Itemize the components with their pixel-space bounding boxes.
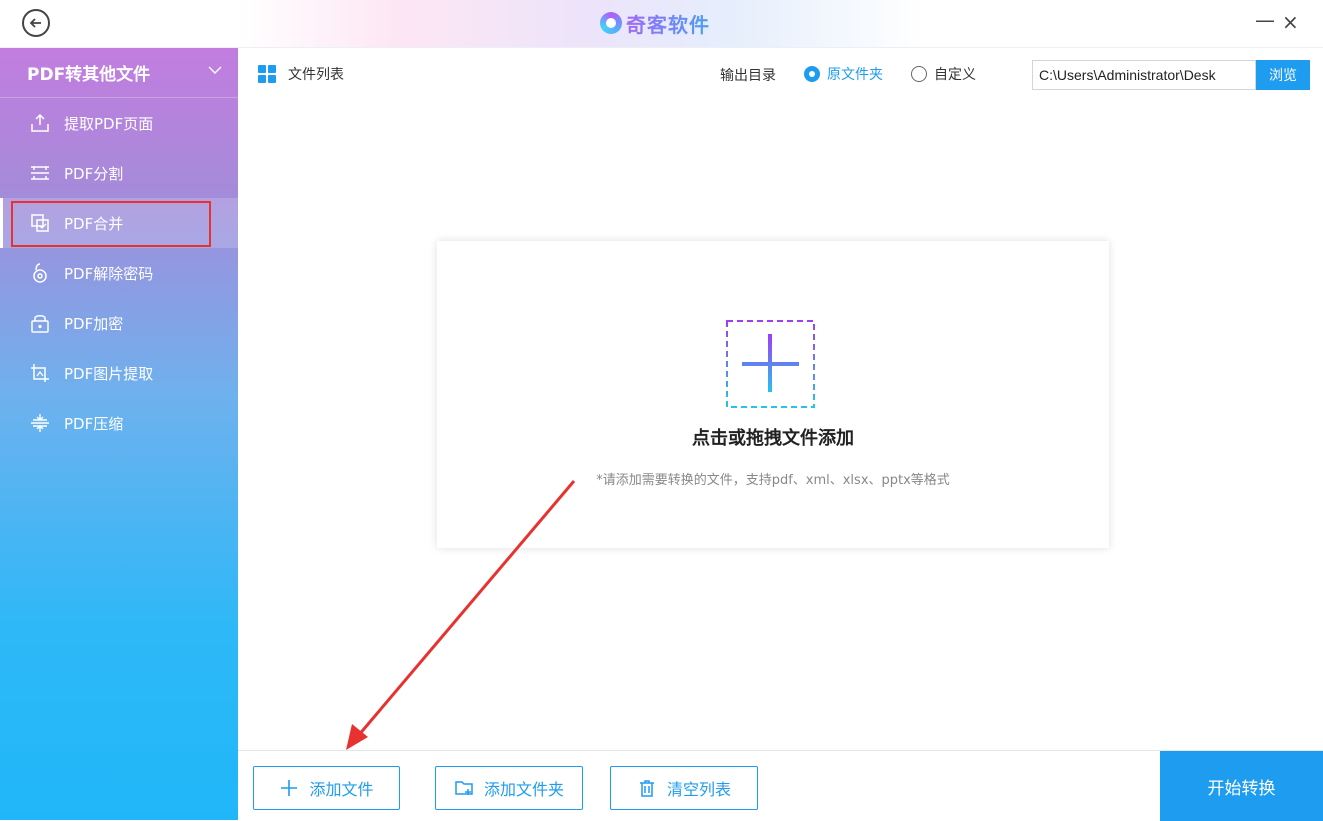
start-convert-button[interactable]: 开始转换 bbox=[1160, 751, 1323, 821]
upload-icon bbox=[29, 112, 51, 134]
close-button[interactable]: × bbox=[1282, 10, 1299, 34]
drop-zone-title: 点击或拖拽文件添加 bbox=[692, 428, 854, 449]
trash-icon bbox=[637, 778, 657, 798]
sidebar-item-label: PDF合并 bbox=[64, 214, 124, 233]
split-icon bbox=[29, 162, 51, 184]
file-list-title: 文件列表 bbox=[258, 64, 344, 84]
chevron-down-icon bbox=[208, 66, 222, 74]
clear-list-label: 清空列表 bbox=[666, 780, 731, 799]
radio-original-folder[interactable]: 原文件夹 bbox=[804, 64, 883, 84]
file-drop-zone[interactable]: 点击或拖拽文件添加 *请添加需要转换的文件，支持pdf、xml、xlsx、ppt… bbox=[437, 241, 1109, 548]
drop-zone-hint: *请添加需要转换的文件，支持pdf、xml、xlsx、pptx等格式 bbox=[596, 473, 950, 488]
compress-icon bbox=[29, 412, 51, 434]
sidebar-item-extract-pages[interactable]: 提取PDF页面 bbox=[0, 98, 238, 148]
folder-add-icon bbox=[454, 778, 474, 798]
sidebar-item-label: PDF加密 bbox=[64, 314, 124, 333]
sidebar-item-label: PDF分割 bbox=[64, 164, 124, 183]
unlock-icon bbox=[29, 262, 51, 284]
add-folder-label: 添加文件夹 bbox=[483, 780, 564, 799]
output-path-input[interactable] bbox=[1032, 60, 1256, 90]
minimize-button[interactable]: — bbox=[1255, 8, 1275, 32]
merge-icon bbox=[29, 212, 51, 234]
title-bar: 奇客软件 — × bbox=[0, 0, 1323, 48]
sidebar-item-extract-images[interactable]: PDF图片提取 bbox=[0, 348, 238, 398]
sidebar-item-label: PDF图片提取 bbox=[64, 364, 154, 383]
brand-name: 奇客软件 bbox=[626, 9, 710, 38]
crop-icon bbox=[29, 362, 51, 384]
sidebar-category-label: PDF转其他文件 bbox=[27, 65, 151, 85]
radio-custom-folder[interactable]: 自定义 bbox=[911, 64, 976, 84]
app-brand: 奇客软件 bbox=[600, 8, 710, 38]
sidebar-item-label: PDF压缩 bbox=[64, 414, 124, 433]
brand-logo-icon bbox=[600, 12, 622, 34]
radio-unselected-icon bbox=[911, 66, 927, 82]
sidebar-item-split[interactable]: PDF分割 bbox=[0, 148, 238, 198]
add-folder-button[interactable]: 添加文件夹 bbox=[435, 766, 583, 810]
sidebar-category-dropdown[interactable]: PDF转其他文件 bbox=[0, 48, 238, 98]
sidebar-item-compress[interactable]: PDF压缩 bbox=[0, 398, 238, 448]
top-toolbar: 文件列表 输出目录 原文件夹 自定义 浏览 bbox=[238, 48, 1323, 100]
bottom-action-bar: 添加文件 添加文件夹 清空列表 开始转换 bbox=[238, 750, 1323, 821]
arrow-left-icon bbox=[29, 18, 41, 28]
radio-selected-icon bbox=[804, 66, 820, 82]
add-plus-icon bbox=[726, 320, 815, 408]
sidebar-item-encrypt[interactable]: PDF加密 bbox=[0, 298, 238, 348]
browse-button[interactable]: 浏览 bbox=[1256, 60, 1310, 90]
lock-icon bbox=[29, 312, 51, 334]
plus-icon bbox=[279, 778, 299, 798]
add-file-label: 添加文件 bbox=[309, 780, 374, 799]
back-button[interactable] bbox=[22, 9, 50, 37]
sidebar-item-label: 提取PDF页面 bbox=[64, 114, 154, 133]
output-dir-label: 输出目录 bbox=[720, 68, 776, 84]
sidebar-item-merge[interactable]: PDF合并 bbox=[0, 198, 238, 248]
add-file-button[interactable]: 添加文件 bbox=[253, 766, 400, 810]
radio-custom-label: 自定义 bbox=[934, 67, 976, 83]
file-list-label: 文件列表 bbox=[288, 67, 344, 83]
grid-icon bbox=[258, 65, 276, 83]
sidebar-item-label: PDF解除密码 bbox=[64, 264, 154, 283]
sidebar-item-remove-password[interactable]: PDF解除密码 bbox=[0, 248, 238, 298]
radio-original-label: 原文件夹 bbox=[827, 67, 883, 83]
clear-list-button[interactable]: 清空列表 bbox=[610, 766, 758, 810]
sidebar: PDF转其他文件 提取PDF页面 PDF分割 PDF合并 PDF解除密码 PDF… bbox=[0, 48, 238, 820]
